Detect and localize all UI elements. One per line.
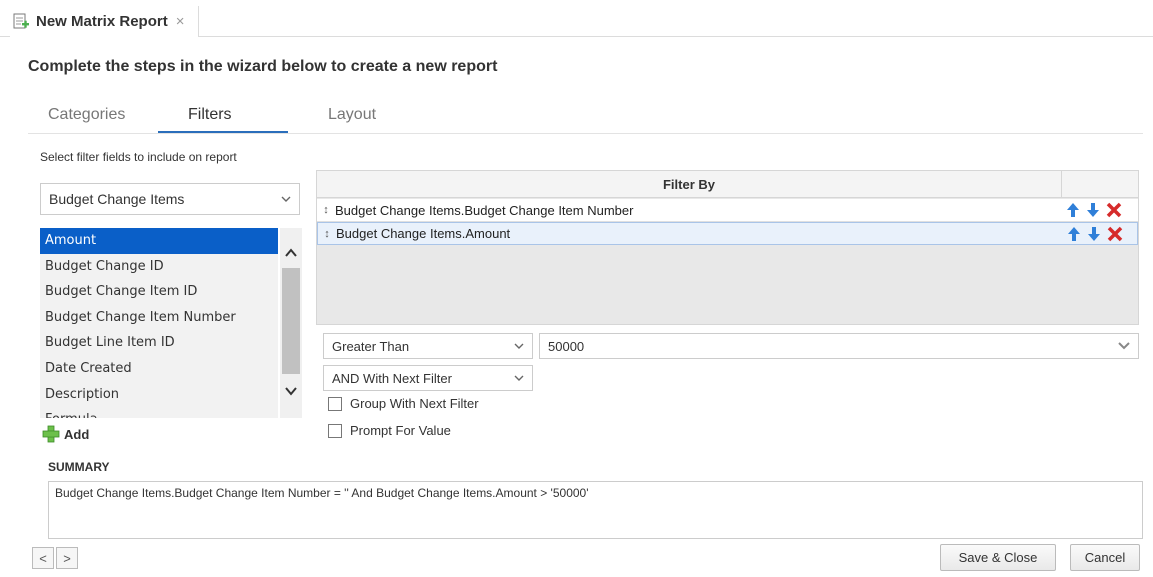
logic-select-value: AND With Next Filter [332, 370, 452, 386]
save-close-button[interactable]: Save & Close [940, 544, 1056, 571]
tab-categories[interactable]: Categories [48, 106, 125, 124]
chevron-down-icon [1118, 342, 1130, 350]
field-list[interactable]: Amount Budget Change ID Budget Change It… [40, 228, 278, 418]
prompt-for-value-checkbox[interactable]: Prompt For Value [328, 423, 451, 438]
wizard-steps: Categories Filters Layout [28, 100, 1143, 134]
move-up-icon[interactable] [1066, 202, 1080, 218]
group-with-next-checkbox[interactable]: Group With Next Filter [328, 396, 479, 411]
close-tab-icon[interactable]: × [176, 13, 185, 30]
filter-grid: Filter By ↕ Budget Change Items.Budget C… [316, 170, 1139, 325]
filter-actions-header [1062, 171, 1138, 198]
filter-row-label: Budget Change Items.Budget Change Item N… [335, 202, 634, 218]
chevron-down-icon [514, 343, 524, 349]
prompt-for-value-label: Prompt For Value [350, 423, 451, 438]
group-with-next-label: Group With Next Filter [350, 396, 479, 411]
summary-label: SUMMARY [48, 460, 110, 474]
list-item[interactable]: Budget Line Item ID [40, 330, 278, 356]
chevron-down-icon [514, 375, 524, 381]
category-select[interactable]: Budget Change Items [40, 183, 300, 215]
scrollbar-thumb[interactable] [282, 268, 300, 374]
chevron-down-icon [281, 196, 291, 202]
summary-text: Budget Change Items.Budget Change Item N… [48, 481, 1143, 539]
drag-handle-icon[interactable]: ↕ [317, 204, 335, 216]
move-down-icon[interactable] [1087, 226, 1101, 242]
move-down-icon[interactable] [1086, 202, 1100, 218]
tab-layout[interactable]: Layout [328, 106, 376, 124]
previous-button[interactable]: < [32, 547, 54, 569]
move-up-icon[interactable] [1067, 226, 1081, 242]
category-select-value: Budget Change Items [49, 191, 185, 207]
next-button[interactable]: > [56, 547, 78, 569]
document-title: New Matrix Report [36, 13, 168, 30]
add-label: Add [64, 426, 90, 442]
cancel-button[interactable]: Cancel [1070, 544, 1140, 571]
filter-hint: Select filter fields to include on repor… [40, 150, 237, 164]
table-row[interactable]: ↕ Budget Change Items.Amount [317, 222, 1138, 245]
list-item[interactable]: Budget Change Item Number [40, 305, 278, 331]
value-input[interactable]: 50000 [539, 333, 1139, 359]
filter-by-header: Filter By [317, 171, 1062, 198]
operator-select-value: Greater Than [332, 338, 410, 354]
operator-select[interactable]: Greater Than [323, 333, 533, 359]
tab-filters[interactable]: Filters [188, 106, 232, 124]
value-input-text: 50000 [548, 338, 585, 354]
drag-handle-icon[interactable]: ↕ [318, 228, 336, 240]
plus-icon [42, 425, 60, 443]
checkbox-box[interactable] [328, 423, 342, 438]
new-report-icon [13, 13, 29, 28]
delete-icon[interactable] [1107, 226, 1123, 242]
add-button[interactable]: Add [42, 425, 89, 443]
filter-row-label: Budget Change Items.Amount [336, 226, 511, 241]
checkbox-box[interactable] [328, 396, 342, 411]
list-item[interactable]: Budget Change ID [40, 254, 278, 280]
field-list-scrollbar[interactable] [280, 228, 302, 418]
page-title: Complete the steps in the wizard below t… [28, 58, 498, 75]
document-tab[interactable]: New Matrix Report × [10, 6, 200, 37]
scroll-up-icon[interactable] [284, 246, 298, 260]
scroll-down-icon[interactable] [284, 384, 298, 398]
table-row[interactable]: ↕ Budget Change Items.Budget Change Item… [317, 199, 1138, 222]
list-item[interactable]: Formula [40, 407, 278, 418]
active-tab-indicator [158, 131, 288, 133]
list-item[interactable]: Description [40, 382, 278, 408]
list-item[interactable]: Budget Change Item ID [40, 279, 278, 305]
list-item[interactable]: Amount [40, 228, 278, 254]
delete-icon[interactable] [1106, 202, 1122, 218]
list-item[interactable]: Date Created [40, 356, 278, 382]
logic-select[interactable]: AND With Next Filter [323, 365, 533, 391]
